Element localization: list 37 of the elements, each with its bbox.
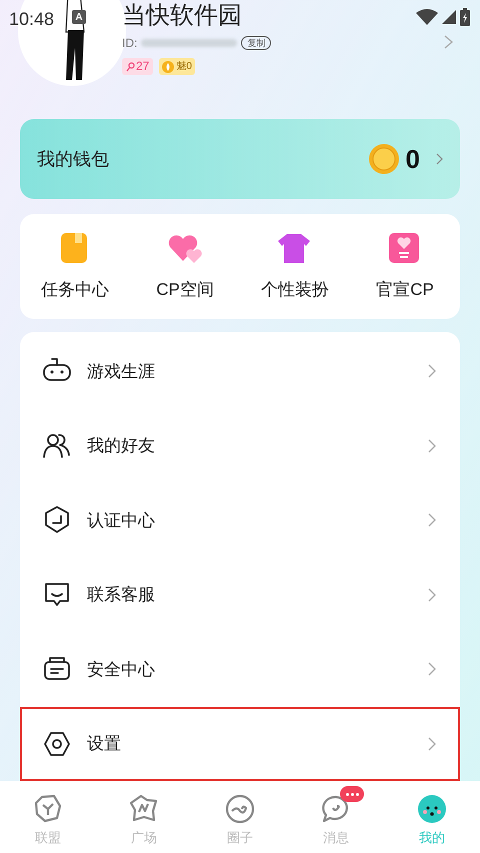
wallet-title: 我的钱包 [37, 148, 109, 171]
chevron-right-icon [428, 588, 436, 602]
user-name: 当快软件园 [122, 1, 243, 31]
menu-item[interactable]: 安全中心 [20, 632, 460, 706]
unread-dots-badge [340, 786, 364, 802]
menu-item[interactable]: 联系客服 [20, 558, 460, 632]
battery-icon [460, 8, 470, 26]
face-icon [417, 794, 447, 824]
charm-count: 魅0 [176, 60, 192, 74]
wallet-card[interactable]: 我的钱包 0 [20, 119, 460, 200]
chevron-right-icon [428, 438, 436, 453]
chevron-right-icon [428, 513, 436, 528]
menu-item[interactable]: 游戏生涯 [20, 334, 460, 408]
chevron-right-icon [436, 153, 443, 166]
menu-item[interactable]: 认证中心 [20, 483, 460, 558]
coin-balance: 0 [406, 142, 420, 176]
shortcut-item[interactable]: CP空间 [130, 230, 240, 302]
circle-swirl-icon [225, 794, 255, 824]
shortcut-item[interactable]: 官宣CP [350, 230, 460, 302]
notification-badge: A [72, 10, 86, 24]
level-badge: 27 [122, 58, 154, 75]
shortcut-item[interactable]: 任务中心 [20, 230, 130, 302]
chevron-right-icon [428, 662, 436, 676]
shield-icon [42, 505, 72, 536]
copy-button[interactable]: 复制 [241, 36, 272, 50]
clock: 10:48 [9, 8, 54, 31]
speech-bubble-icon [321, 794, 351, 824]
chevron-right-icon [428, 736, 436, 751]
hexagon-y-icon [33, 794, 63, 824]
id-label: ID: [122, 35, 138, 52]
menu-item[interactable]: 设置 [20, 706, 460, 781]
wifi-icon [416, 9, 438, 25]
coin-icon [368, 143, 400, 176]
menu-item[interactable]: 我的好友 [20, 408, 460, 483]
chevron-right-icon [428, 364, 436, 378]
shortcut-item[interactable]: 个性装扮 [240, 230, 350, 302]
signal-icon [442, 10, 456, 24]
